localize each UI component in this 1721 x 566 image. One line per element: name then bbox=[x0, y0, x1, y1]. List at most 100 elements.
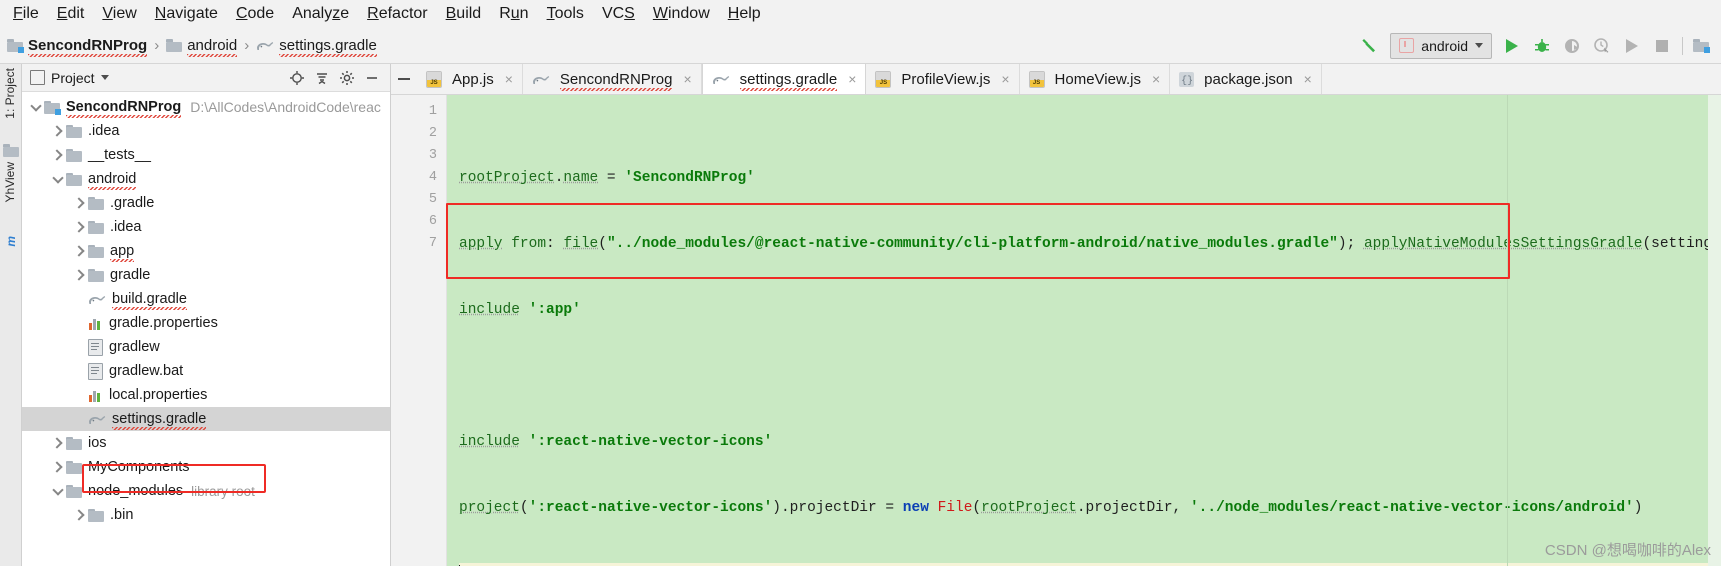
run-configuration-selector[interactable]: android bbox=[1390, 32, 1492, 59]
run-with-coverage-button[interactable] bbox=[1558, 32, 1586, 60]
tree-item-label: SencondRNProg bbox=[66, 99, 182, 118]
editor-tab-sencondrnprog[interactable]: SencondRNProg × bbox=[522, 64, 702, 94]
editor-tab-package-json[interactable]: {} package.json × bbox=[1170, 64, 1322, 94]
tree-expand-arrow[interactable] bbox=[50, 125, 66, 137]
tree-collapse-arrow[interactable] bbox=[50, 483, 66, 496]
code-content[interactable]: rootProject.name = 'SencondRNProg' apply… bbox=[447, 95, 1721, 566]
tree-item-label: gradlew.bat bbox=[109, 363, 184, 379]
close-icon[interactable]: × bbox=[1001, 71, 1009, 87]
menu-edit[interactable]: Edit bbox=[48, 2, 94, 26]
menu-analyze[interactable]: Analyze bbox=[283, 2, 358, 26]
tool-tab-project[interactable]: 1: Project bbox=[3, 68, 17, 119]
tree-expand-arrow[interactable] bbox=[72, 221, 88, 233]
editor-tab-label: App.js bbox=[452, 70, 494, 88]
tree-item--idea[interactable]: .idea bbox=[22, 119, 390, 143]
tree-expand-arrow[interactable] bbox=[72, 197, 88, 209]
code-line-2: apply from: file("../node_modules/@react… bbox=[459, 236, 1721, 252]
tree-item-gradlew[interactable]: gradlew bbox=[22, 335, 390, 359]
breadcrumb-item-project[interactable]: SencondRNProg bbox=[7, 37, 148, 57]
close-icon[interactable]: × bbox=[1304, 71, 1312, 87]
tree-expand-arrow[interactable] bbox=[72, 269, 88, 281]
tree-item-app[interactable]: app bbox=[22, 239, 390, 263]
tree-item-settings-gradle[interactable]: settings.gradle bbox=[22, 407, 390, 431]
menu-refactor[interactable]: Refactor bbox=[358, 2, 436, 26]
editor-tab-settings-gradle[interactable]: settings.gradle × bbox=[701, 63, 867, 94]
tree-item-gradlew-bat[interactable]: gradlew.bat bbox=[22, 359, 390, 383]
tree-item-build-gradle[interactable]: build.gradle bbox=[22, 287, 390, 311]
project-tool-window: Project SencondRNProg D:\AllCodes\Android… bbox=[22, 64, 391, 566]
folder-icon bbox=[88, 196, 104, 210]
folder-icon bbox=[88, 244, 104, 258]
close-icon[interactable]: × bbox=[683, 71, 691, 87]
tree-expand-arrow[interactable] bbox=[50, 437, 66, 449]
module-folder-icon bbox=[7, 39, 24, 53]
tree-item-gradle-properties[interactable]: gradle.properties bbox=[22, 311, 390, 335]
gradle-icon bbox=[712, 73, 730, 86]
tree-item--bin[interactable]: .bin bbox=[22, 503, 390, 527]
menu-tools[interactable]: Tools bbox=[538, 2, 593, 26]
minimize-tabs-button[interactable] bbox=[391, 63, 417, 94]
folder-icon bbox=[88, 268, 104, 282]
run-button[interactable] bbox=[1498, 32, 1526, 60]
tree-expand-arrow[interactable] bbox=[50, 461, 66, 473]
tree-item-sencondrnprog[interactable]: SencondRNProg D:\AllCodes\AndroidCode\rea… bbox=[22, 95, 390, 119]
line-number: 3 bbox=[428, 148, 437, 163]
editor-tab-app-js[interactable]: JS App.js × bbox=[417, 64, 523, 94]
code-editor[interactable]: 1 2 3 4 5 6 7 rootProject.name = 'SencondRNPro… bbox=[391, 95, 1721, 566]
tree-expand-arrow[interactable] bbox=[72, 509, 88, 521]
tree-item-label: .idea bbox=[110, 219, 142, 235]
breadcrumb-item-file[interactable]: settings.gradle bbox=[256, 37, 377, 57]
left-tool-strip: 1: Project YhView m bbox=[0, 64, 22, 566]
attach-debugger-button[interactable] bbox=[1618, 32, 1646, 60]
editor-tab-homeview-js[interactable]: JS HomeView.js × bbox=[1019, 64, 1171, 94]
menu-code[interactable]: Code bbox=[227, 2, 283, 26]
menu-build[interactable]: Build bbox=[437, 2, 491, 26]
menu-file[interactable]: File bbox=[4, 2, 48, 26]
sdk-manager-button[interactable] bbox=[1689, 32, 1717, 60]
tree-item-gradle[interactable]: gradle bbox=[22, 263, 390, 287]
menu-navigate[interactable]: Navigate bbox=[146, 2, 227, 26]
structure-icon[interactable] bbox=[3, 142, 19, 158]
tree-item-ios[interactable]: ios bbox=[22, 431, 390, 455]
menu-window[interactable]: Window bbox=[644, 2, 719, 26]
tool-tab-yhview[interactable]: YhView bbox=[3, 162, 17, 202]
hide-panel-icon[interactable] bbox=[364, 70, 380, 86]
locate-icon[interactable] bbox=[289, 70, 305, 86]
project-icon bbox=[30, 70, 45, 85]
collapse-all-icon[interactable] bbox=[314, 70, 330, 86]
tree-item-mycomponents[interactable]: MyComponents bbox=[22, 455, 390, 479]
tree-item--gradle[interactable]: .gradle bbox=[22, 191, 390, 215]
tree-item-label: gradle bbox=[110, 267, 151, 283]
gradle-icon bbox=[532, 73, 550, 86]
code-line-6: project(':react-native-vector-icons').pr… bbox=[459, 500, 1643, 516]
tree-item-local-properties[interactable]: local.properties bbox=[22, 383, 390, 407]
close-icon[interactable]: × bbox=[1152, 71, 1160, 87]
tree-item-label: .bin bbox=[110, 507, 134, 523]
breadcrumb: SencondRNProg › android › settings.gradl… bbox=[0, 37, 377, 57]
tree-item-node-modules[interactable]: node_modules library root bbox=[22, 479, 390, 503]
tree-expand-arrow[interactable] bbox=[50, 149, 66, 161]
tree-collapse-arrow[interactable] bbox=[28, 99, 44, 112]
tool-tab-m[interactable]: m bbox=[4, 236, 18, 247]
minus-icon bbox=[398, 77, 410, 80]
tree-item--tests-[interactable]: __tests__ bbox=[22, 143, 390, 167]
stop-button[interactable] bbox=[1648, 32, 1676, 60]
menu-view[interactable]: View bbox=[93, 2, 145, 26]
menu-vcs[interactable]: VCS bbox=[593, 2, 644, 26]
close-icon[interactable]: × bbox=[848, 71, 856, 87]
tree-expand-arrow[interactable] bbox=[72, 245, 88, 257]
tree-collapse-arrow[interactable] bbox=[50, 171, 66, 184]
settings-gear-icon[interactable] bbox=[339, 70, 355, 86]
tree-item--idea[interactable]: .idea bbox=[22, 215, 390, 239]
menu-run[interactable]: Run bbox=[490, 2, 537, 26]
build-hammer-icon[interactable] bbox=[1356, 32, 1384, 60]
breadcrumb-item-android[interactable]: android bbox=[166, 37, 238, 57]
menu-help[interactable]: Help bbox=[719, 2, 770, 26]
tree-item-android[interactable]: android bbox=[22, 167, 390, 191]
debug-button[interactable] bbox=[1528, 32, 1556, 60]
profiler-button[interactable] bbox=[1588, 32, 1616, 60]
close-icon[interactable]: × bbox=[505, 71, 513, 87]
project-panel-title[interactable]: Project bbox=[26, 70, 109, 86]
editor-tab-profileview-js[interactable]: JS ProfileView.js × bbox=[866, 64, 1020, 94]
editor-marker-strip[interactable] bbox=[1708, 95, 1721, 566]
